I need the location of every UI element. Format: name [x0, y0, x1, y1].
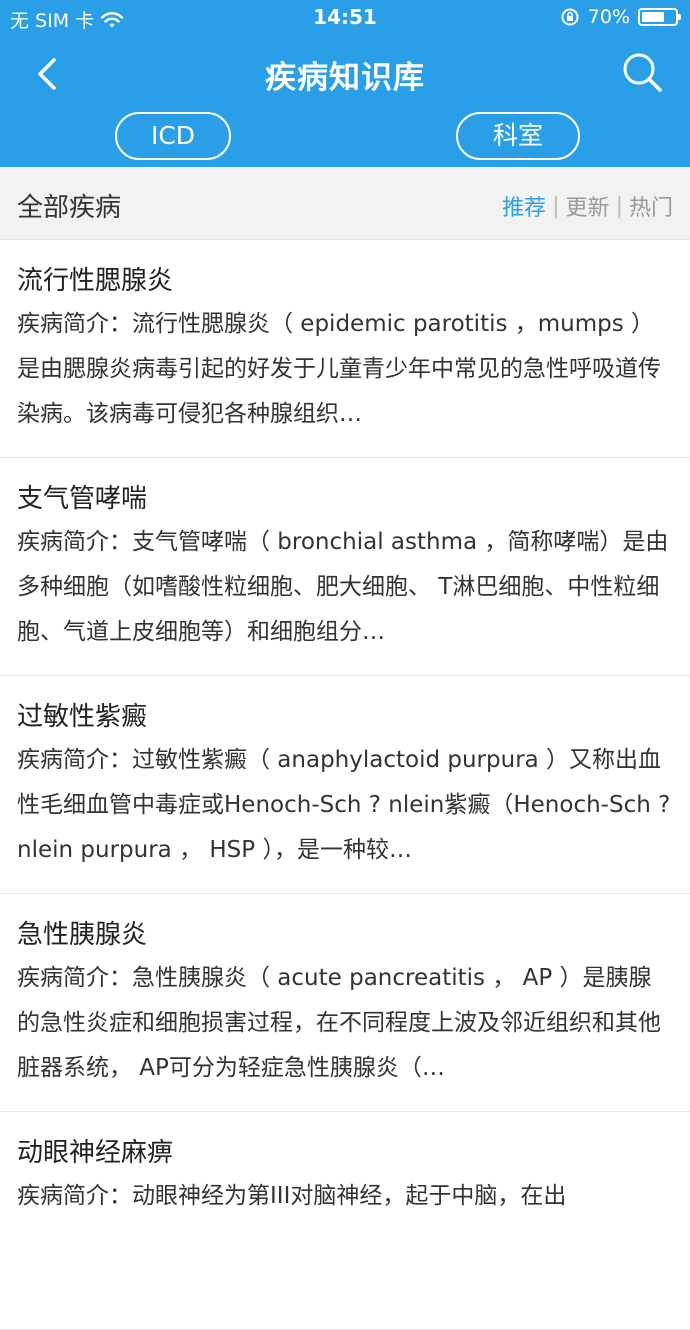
battery-fill — [642, 12, 664, 22]
disease-description: 疾病简介：动眼神经为第III对脑神经，起于中脑，在出 — [17, 1183, 567, 1209]
battery-percent: 70% — [587, 6, 630, 28]
rotation-lock-icon — [561, 8, 579, 26]
battery-tip — [678, 14, 681, 20]
search-icon[interactable] — [620, 50, 664, 94]
disease-title: 动眼神经麻痹 — [17, 1138, 174, 1168]
disease-title: 支气管哮喘 — [17, 484, 148, 514]
sort-popular[interactable]: 热门 — [629, 190, 673, 222]
disease-description: 疾病简介：支气管哮喘（ bronchial asthma ，简称哮喘）是由多种细… — [17, 529, 669, 645]
list-item[interactable]: 动眼神经麻痹 疾病简介：动眼神经为第III对脑神经，起于中脑，在出 — [0, 1112, 690, 1330]
disease-list: 流行性腮腺炎 疾病简介：流行性腮腺炎（ epidemic parotitis ，… — [0, 240, 690, 1330]
filter-bar: 全部疾病 推荐 | 更新 | 热门 — [0, 167, 690, 240]
tab-department[interactable]: 科室 — [456, 112, 580, 160]
disease-description: 疾病简介：过敏性紫癜（ anaphylactoid purpura ）又称出血性… — [17, 747, 671, 863]
disease-title: 急性胰腺炎 — [17, 920, 148, 950]
list-item[interactable]: 支气管哮喘 疾病简介：支气管哮喘（ bronchial asthma ，简称哮喘… — [0, 458, 690, 676]
nav-bar: 疾病知识库 — [0, 36, 690, 108]
app-header: 无 SIM 卡 14:51 70% 疾病知识库 ICD 科室 — [0, 0, 690, 167]
filter-title: 全部疾病 — [17, 193, 122, 223]
sort-recommended[interactable]: 推荐 — [502, 190, 546, 222]
status-right: 70% — [560, 6, 681, 28]
page-title: 疾病知识库 — [265, 60, 425, 96]
sort-updated[interactable]: 更新 — [566, 190, 610, 222]
list-item[interactable]: 过敏性紫癜 疾病简介：过敏性紫癜（ anaphylactoid purpura … — [0, 676, 690, 894]
sort-options: 推荐 | 更新 | 热门 — [502, 190, 673, 222]
list-item[interactable]: 急性胰腺炎 疾病简介：急性胰腺炎（ acute pancreatitis ， A… — [0, 894, 690, 1112]
tab-icd[interactable]: ICD — [115, 112, 231, 160]
sort-separator: | — [615, 193, 623, 219]
sort-separator: | — [552, 193, 560, 219]
disease-title: 流行性腮腺炎 — [17, 266, 174, 296]
disease-description: 疾病简介：流行性腮腺炎（ epidemic parotitis ，mumps ）… — [17, 311, 661, 427]
category-tabs: ICD 科室 — [0, 112, 690, 160]
list-item[interactable]: 流行性腮腺炎 疾病简介：流行性腮腺炎（ epidemic parotitis ，… — [0, 240, 690, 458]
battery-icon — [638, 8, 681, 26]
status-bar: 无 SIM 卡 14:51 70% — [0, 0, 690, 36]
disease-description: 疾病简介：急性胰腺炎（ acute pancreatitis ， AP ）是胰腺… — [17, 965, 661, 1081]
disease-title: 过敏性紫癜 — [17, 702, 148, 732]
